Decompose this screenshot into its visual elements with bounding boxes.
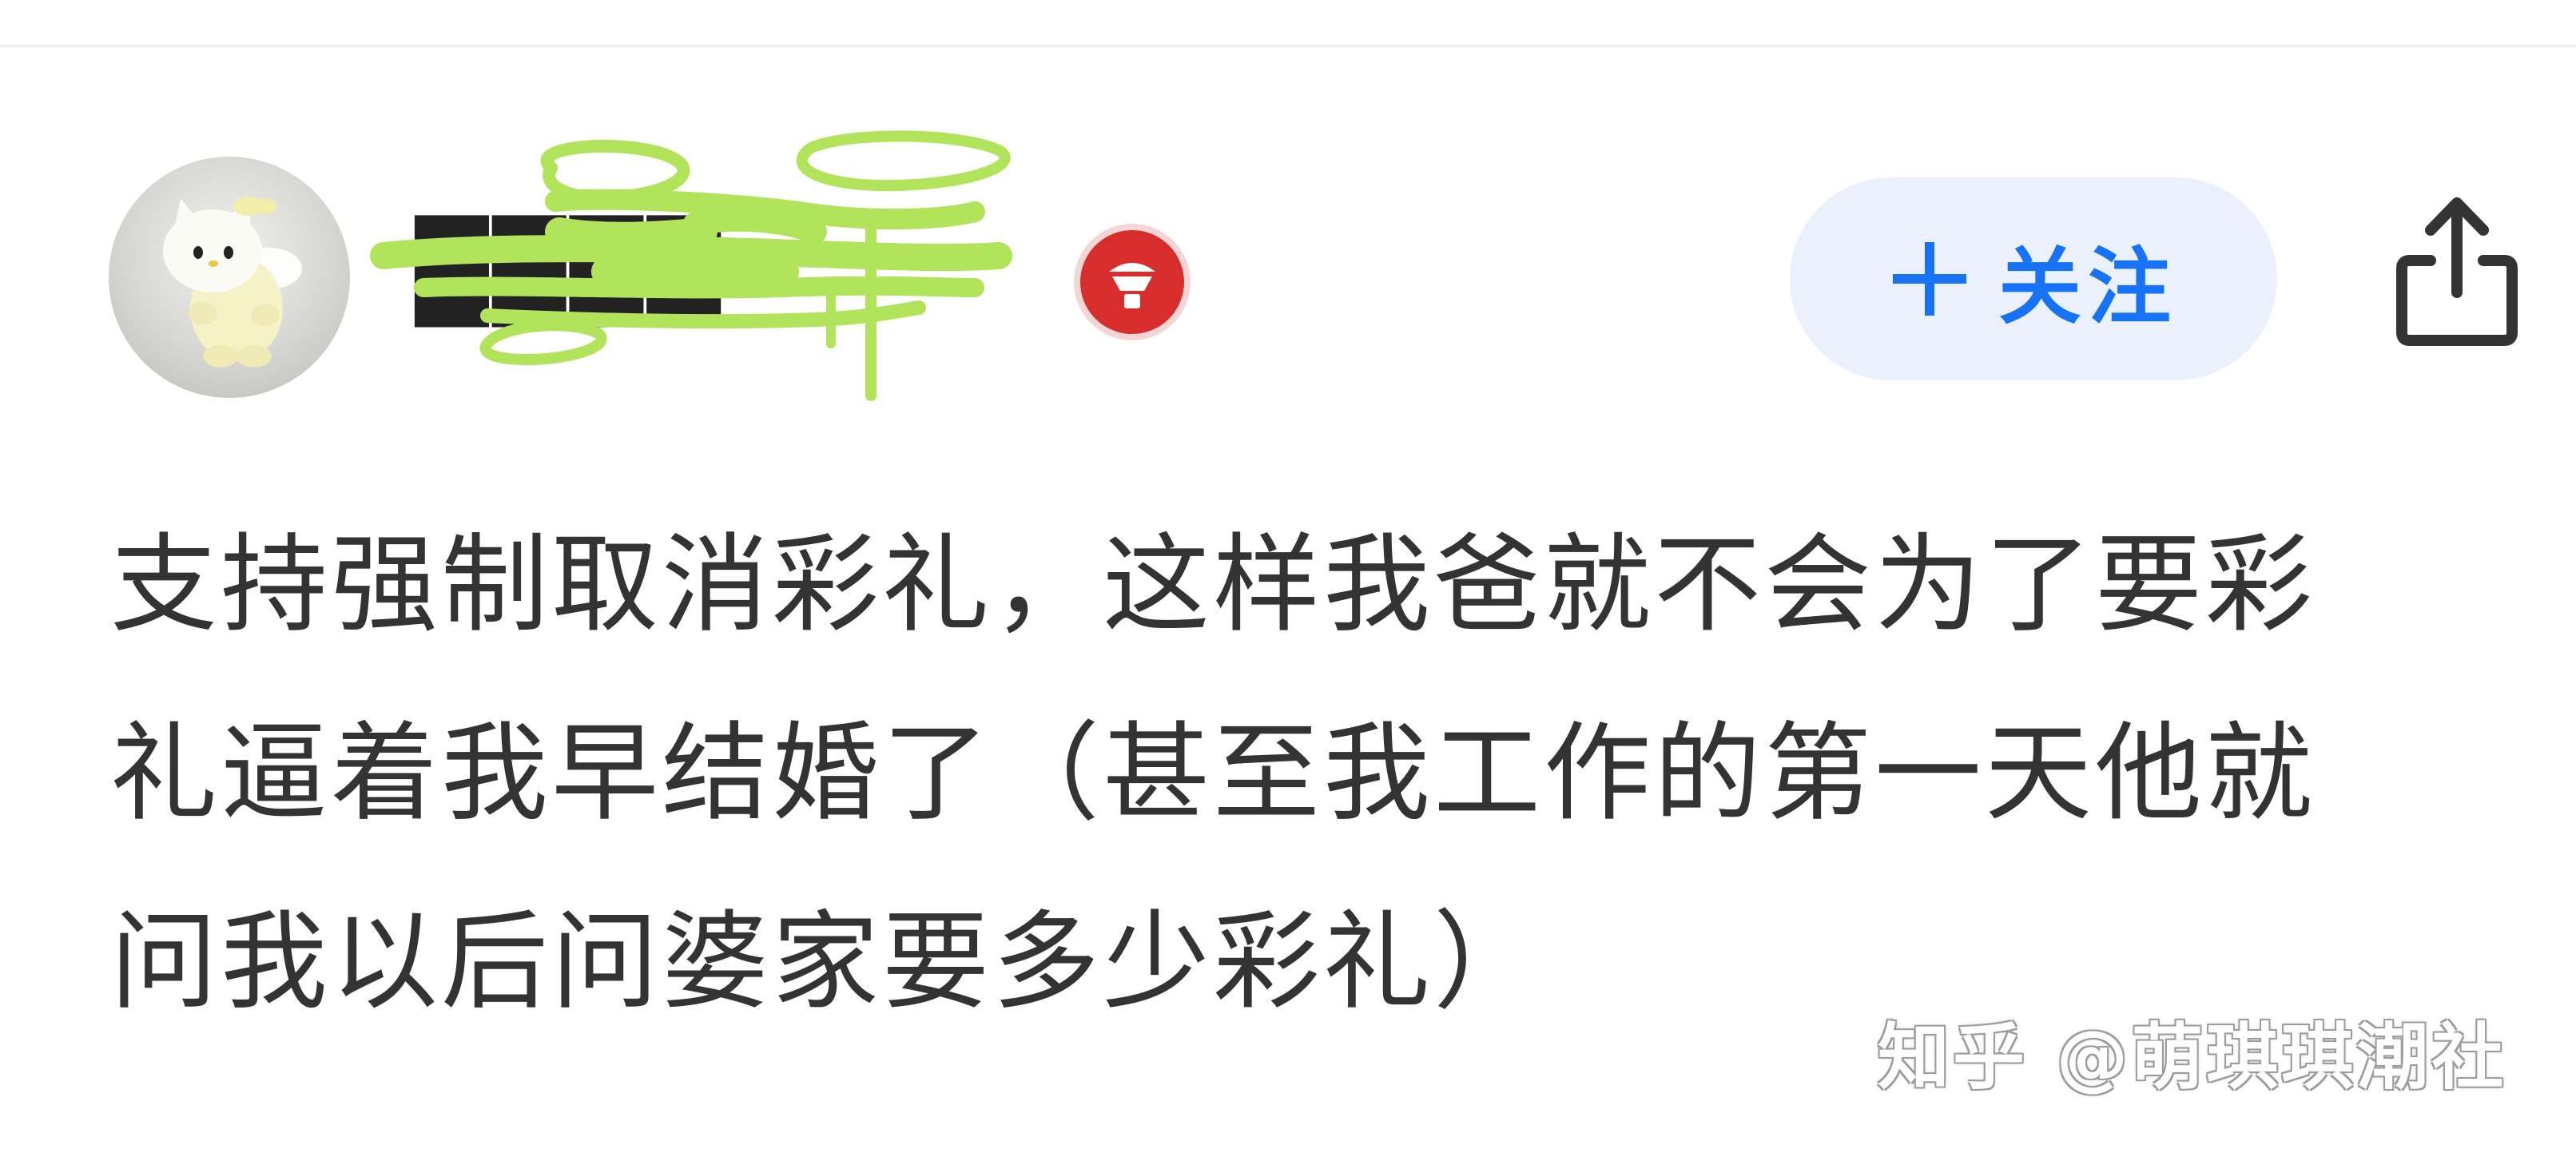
redaction-scribble xyxy=(370,130,1012,401)
username-obscured[interactable]: ████ xyxy=(368,120,1071,423)
red-cup-badge-icon xyxy=(1074,224,1191,340)
share-icon[interactable] xyxy=(2389,192,2525,352)
top-divider xyxy=(0,45,2576,47)
post-line: 支持强制取消彩礼，这样我爸就不会为了要彩 xyxy=(110,523,2316,647)
follow-label: 关注 xyxy=(1998,237,2177,336)
follow-button[interactable]: 关注 xyxy=(1790,177,2277,380)
post-content: 支持强制取消彩礼，这样我爸就不会为了要彩 礼逼着我早结婚了（甚至我工作的第一天他… xyxy=(110,491,2475,1056)
hello-kitty-angel-avatar-icon xyxy=(163,197,302,368)
zhihu-watermark: 知乎 @萌琪琪潮社 xyxy=(1878,1016,2507,1099)
plus-icon xyxy=(1890,239,1970,319)
post-line: 礼逼着我早结婚了（甚至我工作的第一天他就 xyxy=(110,711,2316,836)
avatar[interactable] xyxy=(109,157,350,398)
